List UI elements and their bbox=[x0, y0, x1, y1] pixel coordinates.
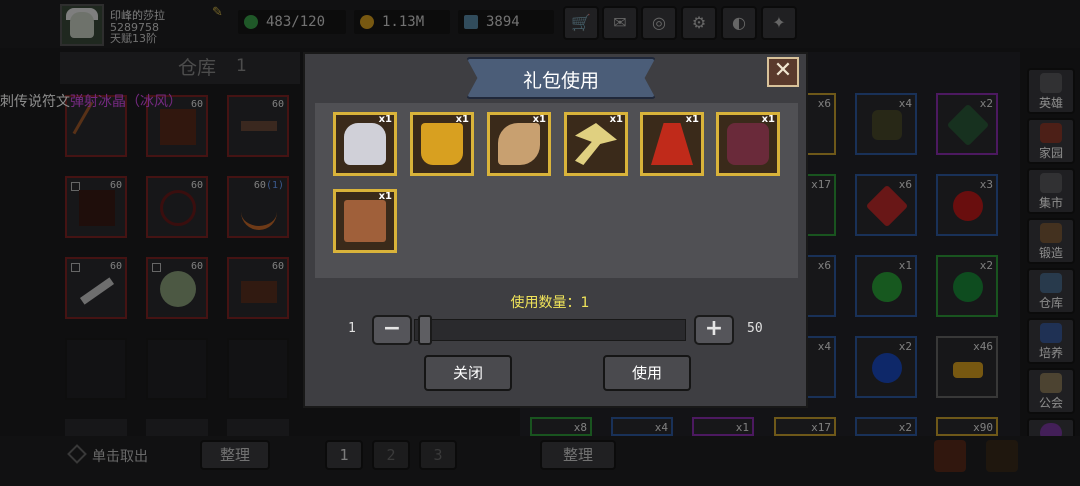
gift-count: x1 bbox=[378, 114, 392, 125]
gift-count: x1 bbox=[378, 191, 392, 202]
gift-item[interactable]: x1 bbox=[716, 112, 780, 176]
gift-item[interactable]: x1 bbox=[640, 112, 704, 176]
decrease-button[interactable]: − bbox=[372, 315, 412, 345]
quantity-min: 1 bbox=[348, 321, 356, 336]
armor-icon bbox=[727, 123, 769, 165]
increase-button[interactable]: + bbox=[694, 315, 734, 345]
gift-item[interactable]: x1 bbox=[333, 189, 397, 253]
gift-item[interactable]: x1 bbox=[487, 112, 551, 176]
gift-count: x1 bbox=[609, 114, 623, 125]
crown-icon bbox=[421, 123, 463, 165]
book-icon bbox=[344, 200, 386, 242]
quantity-max: 50 bbox=[747, 321, 763, 336]
quantity-label: 使用数量：1 bbox=[470, 292, 630, 312]
close-icon[interactable]: ✕ bbox=[767, 57, 799, 87]
quantity-label-text: 使用数量： bbox=[510, 295, 581, 311]
slider-thumb[interactable] bbox=[418, 315, 432, 345]
axe-icon bbox=[575, 123, 617, 165]
gift-count: x1 bbox=[761, 114, 775, 125]
dialog-title: 礼包使用 bbox=[522, 70, 599, 92]
feather-icon bbox=[498, 123, 540, 165]
quantity-slider[interactable] bbox=[414, 319, 686, 341]
helmet-icon bbox=[344, 123, 386, 165]
gift-count: x1 bbox=[532, 114, 546, 125]
close-button[interactable]: 关闭 bbox=[424, 355, 512, 391]
cape-icon bbox=[651, 123, 693, 165]
gift-count: x1 bbox=[455, 114, 469, 125]
quantity-value: 1 bbox=[580, 295, 590, 311]
gift-item[interactable]: x1 bbox=[564, 112, 628, 176]
use-button[interactable]: 使用 bbox=[603, 355, 691, 391]
gift-item[interactable]: x1 bbox=[333, 112, 397, 176]
gift-item[interactable]: x1 bbox=[410, 112, 474, 176]
gift-count: x1 bbox=[685, 114, 699, 125]
